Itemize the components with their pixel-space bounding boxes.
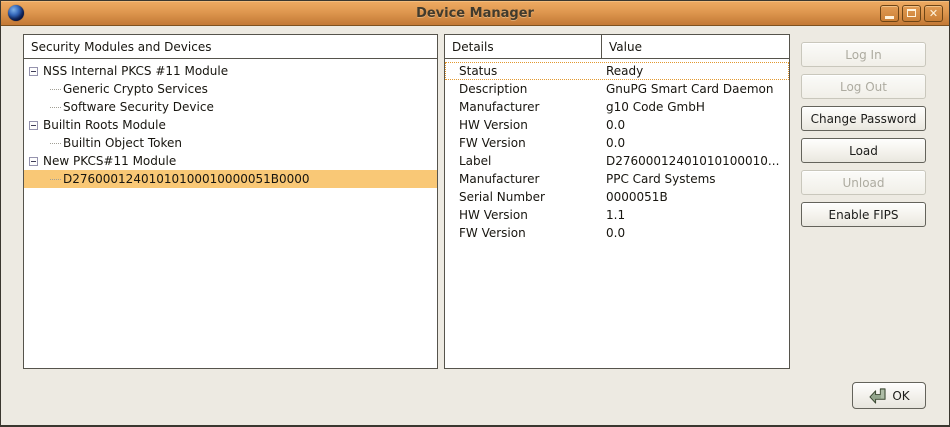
tree-expander-icon[interactable] <box>29 157 38 166</box>
details-row[interactable]: DescriptionGnuPG Smart Card Daemon <box>445 80 789 98</box>
details-row[interactable]: Manufacturerg10 Code GmbH <box>445 98 789 116</box>
details-row-label: Serial Number <box>445 190 602 204</box>
tree-item[interactable]: New PKCS#11 Module <box>24 152 437 170</box>
details-row[interactable]: ManufacturerPPC Card Systems <box>445 170 789 188</box>
maximize-button[interactable] <box>902 5 921 22</box>
maximize-icon <box>907 9 916 17</box>
tree-item-label: D27600012401010100010000051B0000 <box>63 172 310 186</box>
details-header: Details Value <box>445 35 789 59</box>
tree-item[interactable]: D27600012401010100010000051B0000 <box>24 170 437 188</box>
details-row[interactable]: FW Version0.0 <box>445 224 789 242</box>
tree-item-label: New PKCS#11 Module <box>43 154 176 168</box>
tree-connector-line <box>50 107 61 108</box>
tree-item[interactable]: Builtin Object Token <box>24 134 437 152</box>
tree-connector-line <box>50 143 61 144</box>
details-row-label: FW Version <box>445 226 602 240</box>
tree-expander-icon[interactable] <box>29 67 38 76</box>
details-row[interactable]: StatusReady <box>445 62 789 80</box>
value-column-header[interactable]: Value <box>602 35 789 58</box>
ok-arrow-icon <box>868 387 887 405</box>
details-row-value: 0.0 <box>602 136 625 150</box>
tree-expander-icon[interactable] <box>29 121 38 130</box>
details-row-value: PPC Card Systems <box>602 172 716 186</box>
details-row-label: Manufacturer <box>445 172 602 186</box>
details-row[interactable]: HW Version0.0 <box>445 116 789 134</box>
details-row-label: Manufacturer <box>445 100 602 114</box>
details-row-label: HW Version <box>445 208 602 222</box>
security-modules-panel: Security Modules and Devices NSS Interna… <box>23 34 438 369</box>
tree-item[interactable]: Software Security Device <box>24 98 437 116</box>
details-row-value: GnuPG Smart Card Daemon <box>602 82 773 96</box>
details-row-label: Status <box>445 64 602 78</box>
log-out-button: Log Out <box>801 74 926 99</box>
change-password-button[interactable]: Change Password <box>801 106 926 131</box>
details-body: StatusReadyDescriptionGnuPG Smart Card D… <box>445 59 789 242</box>
tree-item-label: NSS Internal PKCS #11 Module <box>43 64 228 78</box>
ok-button[interactable]: OK <box>852 382 926 409</box>
tree-item-label: Generic Crypto Services <box>63 82 208 96</box>
window-title: Device Manager <box>1 6 949 21</box>
log-in-button: Log In <box>801 42 926 67</box>
tree-connector-line <box>50 179 61 180</box>
details-row-label: Label <box>445 154 602 168</box>
details-row-label: HW Version <box>445 118 602 132</box>
tree-item[interactable]: NSS Internal PKCS #11 Module <box>24 62 437 80</box>
tree-item-label: Software Security Device <box>63 100 214 114</box>
minimize-button[interactable] <box>880 5 899 22</box>
details-row-label: FW Version <box>445 136 602 150</box>
window-controls: ✕ <box>880 5 943 22</box>
tree-body: NSS Internal PKCS #11 Module Generic Cryp… <box>24 59 437 188</box>
minimize-icon <box>885 16 894 19</box>
tree-item[interactable]: Builtin Roots Module <box>24 116 437 134</box>
module-actions: Log In Log Out Change Password Load Unload En… <box>801 42 926 227</box>
load-button[interactable]: Load <box>801 138 926 163</box>
details-row-value: 0.0 <box>602 118 625 132</box>
details-row[interactable]: LabelD27600012401010100010... <box>445 152 789 170</box>
close-button[interactable]: ✕ <box>924 5 943 22</box>
titlebar[interactable]: Device Manager ✕ <box>1 1 949 26</box>
unload-button: Unload <box>801 170 926 195</box>
tree-item[interactable]: Generic Crypto Services <box>24 80 437 98</box>
tree-item-label: Builtin Object Token <box>63 136 182 150</box>
details-row-value: 1.1 <box>602 208 625 222</box>
details-row-value: 0000051B <box>602 190 668 204</box>
details-row-label: Description <box>445 82 602 96</box>
details-row-value: Ready <box>602 64 643 78</box>
tree-column-header[interactable]: Security Modules and Devices <box>24 35 437 59</box>
details-row-value: 0.0 <box>602 226 625 240</box>
close-icon: ✕ <box>929 8 938 19</box>
details-row[interactable]: FW Version0.0 <box>445 134 789 152</box>
details-row[interactable]: Serial Number0000051B <box>445 188 789 206</box>
tree-item-label: Builtin Roots Module <box>43 118 166 132</box>
details-row-value: D27600012401010100010... <box>602 154 779 168</box>
enable-fips-button[interactable]: Enable FIPS <box>801 202 926 227</box>
ok-button-label: OK <box>892 389 909 403</box>
details-row[interactable]: HW Version1.1 <box>445 206 789 224</box>
details-column-header[interactable]: Details <box>445 35 602 58</box>
details-panel: Details Value StatusReadyDescriptionGnuP… <box>444 34 790 369</box>
device-manager-window: Device Manager ✕ Security Modules and De… <box>0 0 950 427</box>
tree-connector-line <box>50 89 61 90</box>
details-row-value: g10 Code GmbH <box>602 100 705 114</box>
